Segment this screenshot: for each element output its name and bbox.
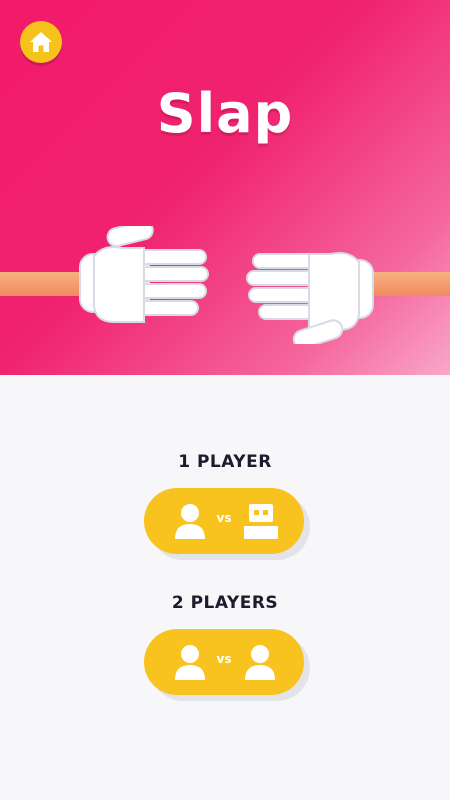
- one-player-label: 1 PLAYER: [178, 452, 272, 472]
- home-icon: [30, 32, 52, 52]
- robot-icon: [244, 504, 278, 539]
- two-players-label: 2 PLAYERS: [171, 593, 279, 613]
- two-players-button[interactable]: vs: [144, 629, 304, 695]
- vs-label: vs: [216, 652, 232, 666]
- one-player-button[interactable]: vs: [144, 488, 304, 554]
- vs-label: vs: [216, 511, 232, 525]
- person-icon: [245, 645, 275, 680]
- home-button[interactable]: [20, 21, 62, 63]
- hero-banner: Slap: [0, 0, 450, 375]
- left-hand-glove: [79, 226, 209, 323]
- mode-select-panel: [0, 375, 450, 800]
- right-hand-glove: [246, 252, 374, 344]
- game-title: Slap: [156, 82, 294, 145]
